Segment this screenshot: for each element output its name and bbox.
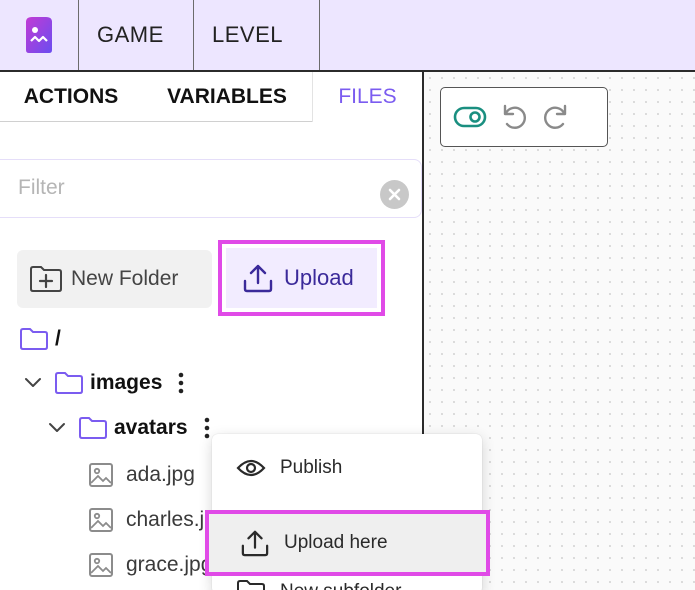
image-file-icon: [89, 508, 113, 532]
menu-item-upload-here-row: Upload here: [216, 521, 476, 565]
folder-plus-icon: [30, 266, 62, 292]
menu-item-new-subfolder[interactable]: New subfolder: [212, 570, 482, 590]
canvas-toolbar: [440, 87, 608, 147]
tree-folder-images[interactable]: images: [22, 371, 186, 395]
upload-label: Upload: [284, 265, 354, 290]
tab-files[interactable]: FILES: [312, 72, 422, 122]
more-vertical-icon[interactable]: [202, 416, 212, 440]
folder-icon: [79, 417, 107, 439]
upload-icon: [241, 530, 269, 557]
monster-logo-icon: [26, 17, 52, 53]
folder-icon: [20, 328, 48, 350]
upload-button[interactable]: Upload: [226, 248, 377, 308]
upload-icon: [243, 264, 273, 293]
filter-field: [0, 159, 422, 218]
panel-tabs: ACTIONS VARIABLES FILES: [0, 72, 422, 122]
close-icon: [388, 188, 401, 201]
eye-icon: [236, 459, 266, 477]
chevron-down-icon[interactable]: [46, 417, 68, 439]
redo-icon[interactable]: [541, 102, 571, 132]
tree-folder-images-label: images: [90, 371, 163, 394]
menu-item-upload-here-label: Upload here: [284, 532, 388, 553]
upload-button-highlight: Upload: [218, 240, 385, 316]
tree-folder-avatars[interactable]: avatars: [46, 416, 212, 440]
new-folder-button[interactable]: New Folder: [17, 250, 212, 308]
folder-plus-icon: [237, 580, 265, 590]
toggle-icon[interactable]: [453, 106, 487, 128]
tree-root-label: /: [55, 327, 61, 350]
tree-file[interactable]: grace.jpg: [88, 552, 212, 578]
image-file-icon: [89, 553, 113, 577]
top-menu-bar: GAME LEVEL: [0, 0, 695, 72]
tab-actions[interactable]: ACTIONS: [0, 72, 142, 122]
folder-icon: [55, 372, 83, 394]
tree-file-label: ada.jpg: [126, 463, 195, 486]
app-logo[interactable]: [0, 0, 79, 70]
tree-root[interactable]: /: [19, 327, 61, 351]
clear-filter-button[interactable]: [380, 180, 409, 209]
undo-icon[interactable]: [499, 102, 529, 132]
filter-input[interactable]: [18, 160, 358, 216]
menu-level[interactable]: LEVEL: [194, 0, 320, 70]
tree-folder-avatars-label: avatars: [114, 416, 188, 439]
more-vertical-icon[interactable]: [176, 371, 186, 395]
image-file-icon: [89, 463, 113, 487]
upload-here-highlight: Upload here: [205, 510, 490, 576]
menu-item-upload-here[interactable]: Upload here: [209, 514, 486, 572]
tab-variables[interactable]: VARIABLES: [142, 72, 312, 122]
menu-item-new-subfolder-label: New subfolder: [280, 581, 401, 590]
menu-game[interactable]: GAME: [79, 0, 194, 70]
tree-file[interactable]: ada.jpg: [88, 462, 195, 488]
new-folder-label: New Folder: [71, 267, 179, 290]
tree-file-label: grace.jpg: [126, 553, 213, 576]
menu-item-publish[interactable]: Publish: [212, 446, 482, 490]
menu-item-publish-label: Publish: [280, 457, 343, 478]
chevron-down-icon[interactable]: [22, 372, 44, 394]
